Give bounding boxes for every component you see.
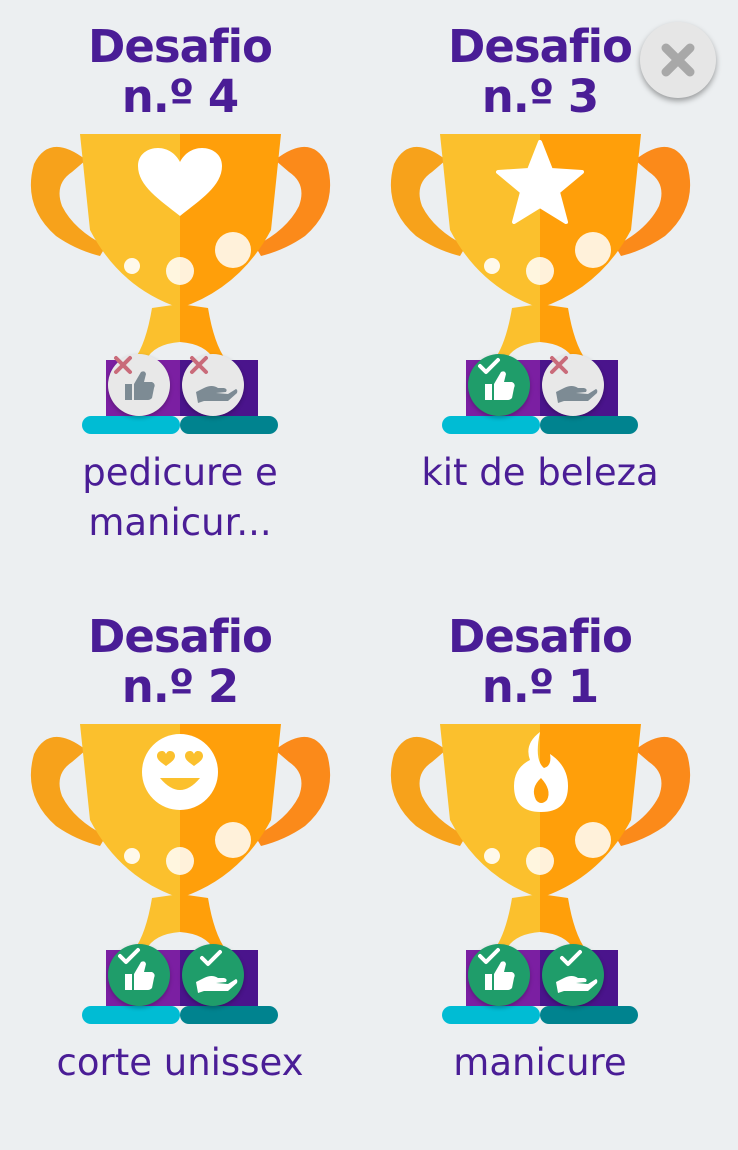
heart-eyes-emoji-icon xyxy=(142,734,218,810)
challenge-card-1[interactable]: Desafio n.º 1 manicure xyxy=(360,590,720,1150)
action-like-pending[interactable] xyxy=(108,354,170,416)
action-hand-done[interactable] xyxy=(182,944,244,1006)
challenge-title: Desafio n.º 2 xyxy=(88,610,273,713)
cross-icon xyxy=(114,356,132,374)
prize-label: kit de beleza xyxy=(421,451,659,494)
thumbs-up-icon xyxy=(478,948,515,990)
close-button[interactable] xyxy=(640,22,716,98)
challenge-card-4[interactable]: Desafio n.º 4 pedicure e manicur... xyxy=(0,0,360,560)
star-icon xyxy=(496,140,584,224)
cross-icon xyxy=(190,356,208,374)
hand-icon xyxy=(196,950,238,993)
action-like-done[interactable] xyxy=(108,944,170,1006)
action-hand-done[interactable] xyxy=(542,944,604,1006)
flame-icon xyxy=(514,732,568,812)
action-like-done[interactable] xyxy=(468,944,530,1006)
close-icon xyxy=(661,43,695,77)
heart-icon xyxy=(138,148,222,216)
challenge-card-2[interactable]: Desafio n.º 2 corte unissex xyxy=(0,590,360,1150)
action-like-done[interactable] xyxy=(468,354,530,416)
prize-label: corte unissex xyxy=(56,1041,304,1084)
action-hand-pending[interactable] xyxy=(542,354,604,416)
cross-icon xyxy=(550,356,568,374)
prize-label: pedicure e manicur... xyxy=(82,451,278,544)
hand-icon xyxy=(556,950,598,993)
challenge-title: Desafio n.º 1 xyxy=(448,610,633,713)
prize-label: manicure xyxy=(453,1041,627,1084)
thumbs-up-icon xyxy=(118,948,155,990)
thumbs-up-icon xyxy=(478,358,515,400)
challenge-title: Desafio n.º 4 xyxy=(88,20,273,123)
action-hand-pending[interactable] xyxy=(182,354,244,416)
